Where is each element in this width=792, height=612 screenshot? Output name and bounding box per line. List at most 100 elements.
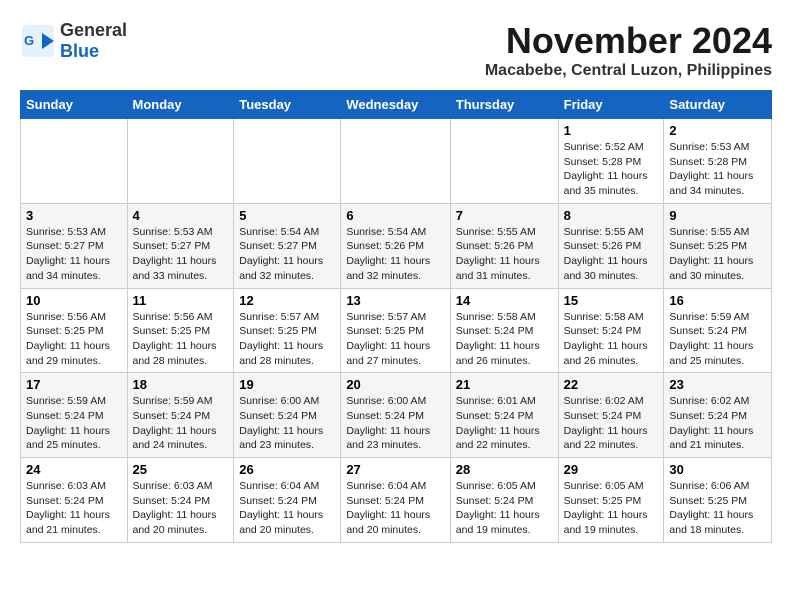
day-cell-18: 18 Sunrise: 5:59 AM Sunset: 5:24 PM Dayli… [127,373,234,458]
day-number: 1 [564,123,659,138]
day-number: 16 [669,293,766,308]
day-info: Sunrise: 5:56 AM Sunset: 5:25 PM Dayligh… [26,310,122,369]
calendar-header-row: SundayMondayTuesdayWednesdayThursdayFrid… [21,91,772,119]
day-info: Sunrise: 5:59 AM Sunset: 5:24 PM Dayligh… [669,310,766,369]
month-title: November 2024 [485,20,772,62]
day-number: 29 [564,462,659,477]
day-info: Sunrise: 5:58 AM Sunset: 5:24 PM Dayligh… [456,310,553,369]
day-info: Sunrise: 6:04 AM Sunset: 5:24 PM Dayligh… [346,479,444,538]
column-header-thursday: Thursday [450,91,558,119]
column-header-sunday: Sunday [21,91,128,119]
logo-blue-text: Blue [60,41,99,61]
day-number: 15 [564,293,659,308]
week-row-5: 24 Sunrise: 6:03 AM Sunset: 5:24 PM Dayli… [21,458,772,543]
day-info: Sunrise: 5:54 AM Sunset: 5:26 PM Dayligh… [346,225,444,284]
week-row-2: 3 Sunrise: 5:53 AM Sunset: 5:27 PM Daylig… [21,203,772,288]
day-info: Sunrise: 6:01 AM Sunset: 5:24 PM Dayligh… [456,394,553,453]
day-cell-22: 22 Sunrise: 6:02 AM Sunset: 5:24 PM Dayli… [558,373,664,458]
day-cell-9: 9 Sunrise: 5:55 AM Sunset: 5:25 PM Daylig… [664,203,772,288]
day-cell-13: 13Sunrise: 5:57 AM Sunset: 5:25 PM Dayli… [341,288,450,373]
column-header-saturday: Saturday [664,91,772,119]
day-info: Sunrise: 5:55 AM Sunset: 5:26 PM Dayligh… [564,225,659,284]
day-number: 22 [564,377,659,392]
day-cell-3: 3 Sunrise: 5:53 AM Sunset: 5:27 PM Daylig… [21,203,128,288]
day-cell-12: 12 Sunrise: 5:57 AM Sunset: 5:25 PM Dayli… [234,288,341,373]
day-cell-15: 15 Sunrise: 5:58 AM Sunset: 5:24 PM Dayli… [558,288,664,373]
day-cell-14: 14 Sunrise: 5:58 AM Sunset: 5:24 PM Dayli… [450,288,558,373]
day-number: 27 [346,462,444,477]
day-info: Sunrise: 6:00 AM Sunset: 5:24 PM Dayligh… [239,394,335,453]
title-block: November 2024 Macabebe, Central Luzon, P… [485,20,772,80]
day-number: 19 [239,377,335,392]
day-number: 25 [133,462,229,477]
day-number: 18 [133,377,229,392]
day-info: Sunrise: 5:52 AM Sunset: 5:28 PM Dayligh… [564,140,659,199]
day-cell-20: 20 Sunrise: 6:00 AM Sunset: 5:24 PM Dayli… [341,373,450,458]
calendar-table: SundayMondayTuesdayWednesdayThursdayFrid… [20,90,772,543]
empty-cell [450,119,558,204]
day-info: Sunrise: 5:56 AM Sunset: 5:25 PM Dayligh… [133,310,229,369]
day-number: 12 [239,293,335,308]
logo: G General Blue [20,20,127,62]
day-info: Sunrise: 5:53 AM Sunset: 5:27 PM Dayligh… [133,225,229,284]
logo-general-text: General [60,20,127,40]
column-header-wednesday: Wednesday [341,91,450,119]
empty-cell [234,119,341,204]
day-cell-2: 2 Sunrise: 5:53 AM Sunset: 5:28 PM Daylig… [664,119,772,204]
day-number: 24 [26,462,122,477]
day-info: Sunrise: 6:02 AM Sunset: 5:24 PM Dayligh… [669,394,766,453]
day-number: 6 [346,208,444,223]
day-number: 5 [239,208,335,223]
day-info: Sunrise: 5:55 AM Sunset: 5:25 PM Dayligh… [669,225,766,284]
day-number: 3 [26,208,122,223]
day-cell-28: 28Sunrise: 6:05 AM Sunset: 5:24 PM Dayli… [450,458,558,543]
day-info: Sunrise: 6:03 AM Sunset: 5:24 PM Dayligh… [133,479,229,538]
day-info: Sunrise: 5:57 AM Sunset: 5:25 PM Dayligh… [239,310,335,369]
day-info: Sunrise: 6:00 AM Sunset: 5:24 PM Dayligh… [346,394,444,453]
day-cell-23: 23 Sunrise: 6:02 AM Sunset: 5:24 PM Dayli… [664,373,772,458]
day-info: Sunrise: 6:02 AM Sunset: 5:24 PM Dayligh… [564,394,659,453]
day-info: Sunrise: 5:59 AM Sunset: 5:24 PM Dayligh… [133,394,229,453]
day-info: Sunrise: 5:59 AM Sunset: 5:24 PM Dayligh… [26,394,122,453]
empty-cell [127,119,234,204]
day-number: 14 [456,293,553,308]
day-cell-27: 27 Sunrise: 6:04 AM Sunset: 5:24 PM Dayli… [341,458,450,543]
day-cell-25: 25 Sunrise: 6:03 AM Sunset: 5:24 PM Dayli… [127,458,234,543]
column-header-tuesday: Tuesday [234,91,341,119]
day-cell-16: 16 Sunrise: 5:59 AM Sunset: 5:24 PM Dayli… [664,288,772,373]
day-cell-26: 26Sunrise: 6:04 AM Sunset: 5:24 PM Dayli… [234,458,341,543]
day-cell-24: 24 Sunrise: 6:03 AM Sunset: 5:24 PM Dayli… [21,458,128,543]
day-number: 26 [239,462,335,477]
day-cell-7: 7Sunrise: 5:55 AM Sunset: 5:26 PM Daylig… [450,203,558,288]
day-info: Sunrise: 6:05 AM Sunset: 5:25 PM Dayligh… [564,479,659,538]
day-cell-1: 1 Sunrise: 5:52 AM Sunset: 5:28 PM Daylig… [558,119,664,204]
day-cell-21: 21Sunrise: 6:01 AM Sunset: 5:24 PM Dayli… [450,373,558,458]
empty-cell [21,119,128,204]
page-header: G General Blue November 2024 Macabebe, C… [20,20,772,80]
day-info: Sunrise: 5:58 AM Sunset: 5:24 PM Dayligh… [564,310,659,369]
day-number: 23 [669,377,766,392]
day-info: Sunrise: 5:55 AM Sunset: 5:26 PM Dayligh… [456,225,553,284]
day-info: Sunrise: 5:54 AM Sunset: 5:27 PM Dayligh… [239,225,335,284]
day-info: Sunrise: 5:53 AM Sunset: 5:27 PM Dayligh… [26,225,122,284]
day-cell-4: 4Sunrise: 5:53 AM Sunset: 5:27 PM Daylig… [127,203,234,288]
day-number: 2 [669,123,766,138]
day-info: Sunrise: 6:06 AM Sunset: 5:25 PM Dayligh… [669,479,766,538]
day-number: 9 [669,208,766,223]
day-cell-6: 6 Sunrise: 5:54 AM Sunset: 5:26 PM Daylig… [341,203,450,288]
day-cell-19: 19 Sunrise: 6:00 AM Sunset: 5:24 PM Dayli… [234,373,341,458]
day-cell-17: 17Sunrise: 5:59 AM Sunset: 5:24 PM Dayli… [21,373,128,458]
day-number: 20 [346,377,444,392]
day-cell-5: 5 Sunrise: 5:54 AM Sunset: 5:27 PM Daylig… [234,203,341,288]
day-number: 10 [26,293,122,308]
day-cell-30: 30 Sunrise: 6:06 AM Sunset: 5:25 PM Dayli… [664,458,772,543]
day-cell-11: 11Sunrise: 5:56 AM Sunset: 5:25 PM Dayli… [127,288,234,373]
location-subtitle: Macabebe, Central Luzon, Philippines [485,62,772,80]
column-header-monday: Monday [127,91,234,119]
empty-cell [341,119,450,204]
day-info: Sunrise: 5:53 AM Sunset: 5:28 PM Dayligh… [669,140,766,199]
day-cell-10: 10 Sunrise: 5:56 AM Sunset: 5:25 PM Dayli… [21,288,128,373]
day-number: 30 [669,462,766,477]
day-cell-29: 29 Sunrise: 6:05 AM Sunset: 5:25 PM Dayli… [558,458,664,543]
day-info: Sunrise: 6:03 AM Sunset: 5:24 PM Dayligh… [26,479,122,538]
